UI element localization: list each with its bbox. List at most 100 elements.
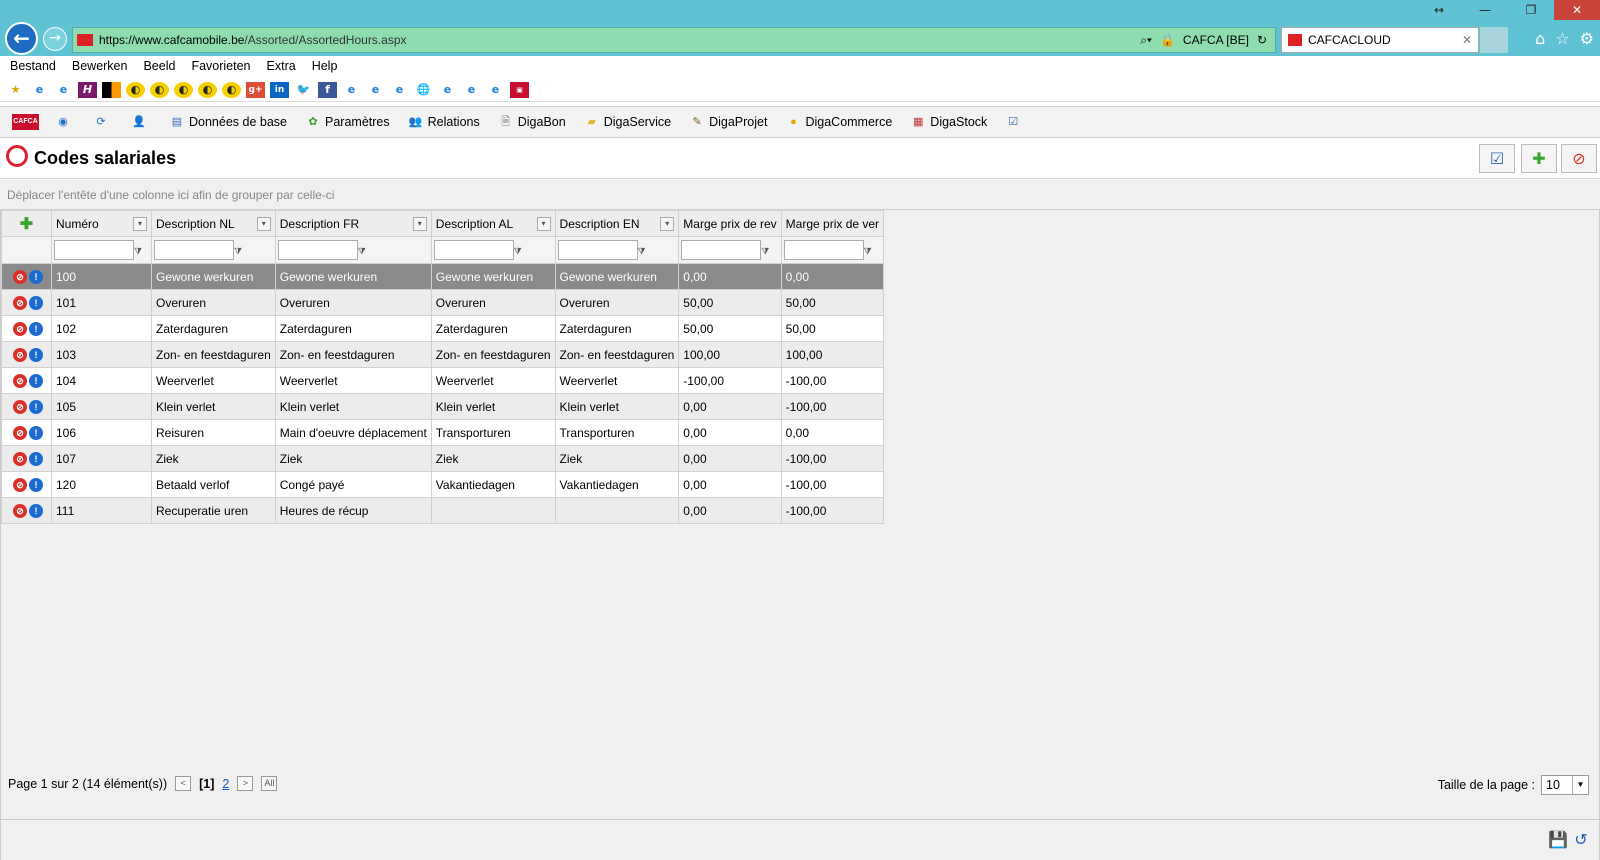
delete-icon[interactable]: ⊘ [13,269,27,284]
prev-page-button[interactable]: < [175,776,192,791]
h-favorite-icon[interactable]: H [78,81,97,98]
table-row[interactable]: ⊘! 111 Recuperatie uren Heures de récup … [1,497,885,524]
filter-icon[interactable]: ⧩ [761,246,771,257]
details-icon[interactable]: ! [29,321,43,336]
gear-icon[interactable]: ⚙ [1580,29,1594,48]
menu-item-help[interactable]: Help [312,56,338,76]
cancel-button[interactable]: ⊘ [1561,144,1597,173]
filter-icon[interactable]: ⧩ [358,246,368,257]
cafca-favorite-icon[interactable]: ▣ [510,81,529,98]
table-row[interactable]: ⊘! 101 Overuren Overuren Overuren Overur… [1,289,885,316]
search-icon[interactable]: ⌕▾ [1140,33,1152,48]
details-icon[interactable]: ! [29,503,43,518]
yellow-favorite-icon[interactable]: ◐ [222,81,241,98]
menu-item-favorieten[interactable]: Favorieten [191,56,250,76]
details-icon[interactable]: ! [29,295,43,310]
details-icon[interactable]: ! [29,477,43,492]
filter-input-desc-nl[interactable] [154,240,234,260]
new-tab-button[interactable] [1480,27,1508,53]
toolbar-item-digaservice[interactable]: ▰ DigaService [584,114,671,130]
delete-icon[interactable]: ⊘ [13,347,27,362]
undo-icon[interactable]: ↺ [1571,830,1591,850]
site-identity[interactable]: CAFCA [BE] [1183,33,1249,47]
delete-icon[interactable]: ⊘ [13,425,27,440]
yellow-favorite-icon[interactable]: ◐ [174,81,193,98]
minimize-icon[interactable]: — [1462,0,1508,20]
table-row[interactable]: ⊘! 105 Klein verlet Klein verlet Klein v… [1,393,885,420]
ie-favorite-icon[interactable]: e [462,82,481,98]
menu-item-bewerken[interactable]: Bewerken [72,56,128,76]
filter-input-desc-fr[interactable] [277,240,358,260]
ie-favorite-icon[interactable]: e [390,82,409,98]
yellow-favorite-icon[interactable]: ◐ [198,81,217,98]
toolbar-item-relations[interactable]: 👥 Relations [408,114,480,130]
column-menu-icon[interactable]: ▾ [256,217,271,231]
linkedin-icon[interactable]: in [270,81,289,98]
delete-icon[interactable]: ⊘ [13,399,27,414]
details-icon[interactable]: ! [29,373,43,388]
maximize-icon[interactable]: ❐ [1508,0,1554,20]
column-header-marge-ver[interactable]: Marge prix de ver [780,210,885,237]
add-icon[interactable]: ✚ [20,216,33,233]
google-plus-icon[interactable]: g+ [246,81,265,98]
table-row[interactable]: ⊘! 103 Zon- en feestdaguren Zon- en fees… [1,341,885,368]
globe-icon[interactable]: ◉ [55,114,71,130]
delete-icon[interactable]: ⊘ [13,373,27,388]
yellow-favorite-icon[interactable]: ◐ [150,81,169,98]
filter-input-desc-en[interactable] [557,240,638,260]
globe-icon[interactable]: 🌐 [414,82,433,98]
checklist-button[interactable]: ☑ [1479,144,1515,173]
twitter-icon[interactable]: 🐦 [294,82,313,98]
table-row[interactable]: ⊘! 104 Weerverlet Weerverlet Weerverlet … [1,367,885,394]
menu-item-extra[interactable]: Extra [267,56,296,76]
back-button[interactable]: ← [5,22,38,55]
ie-favorite-icon[interactable]: e [486,82,505,98]
show-all-button[interactable]: All [261,776,278,791]
add-favorite-icon[interactable]: ★ [6,82,25,98]
delete-icon[interactable]: ⊘ [13,295,27,310]
toolbar-item-parametres[interactable]: ✿ Paramètres [305,114,389,130]
filter-input-desc-al[interactable] [433,240,514,260]
star-icon[interactable]: ☆ [1555,29,1569,48]
lock-icon[interactable]: 🔒 [1160,33,1175,47]
filter-icon[interactable]: ⧩ [234,246,244,257]
page-size-select[interactable]: 10 ▼ [1541,775,1589,795]
details-icon[interactable]: ! [29,269,43,284]
save-icon[interactable]: 💾 [1548,830,1568,850]
table-row[interactable]: ⊘! 106 Reisuren Main d'oeuvre déplacemen… [1,419,885,446]
delete-icon[interactable]: ⊘ [13,451,27,466]
filter-icon[interactable]: ⧩ [514,246,524,257]
ie-favorite-icon[interactable]: e [30,82,49,98]
ie-favorite-icon[interactable]: e [438,82,457,98]
ie-favorite-icon[interactable]: e [342,82,361,98]
toolbar-item-digabon[interactable]: 🗎 DigaBon [498,114,565,130]
browser-tab[interactable]: CAFCACLOUD ✕ [1281,27,1479,53]
column-menu-icon[interactable]: ▾ [133,217,147,231]
column-header-desc-nl[interactable]: Description NL ▾ [151,210,276,237]
toolbar-item-digaprojet[interactable]: ✎ DigaProjet [689,114,767,130]
table-row[interactable]: ⊘! 120 Betaald verlof Congé payé Vakanti… [1,471,885,498]
toolbar-item-donnees[interactable]: ▤ Données de base [169,114,287,130]
ie-favorite-icon[interactable]: e [54,82,73,98]
table-row[interactable]: ⊘! 100 Gewone werkuren Gewone werkuren G… [1,263,885,290]
forward-button[interactable]: → [43,27,67,51]
user-icon[interactable]: 👤 [131,114,147,130]
ie-favorite-icon[interactable]: e [366,82,385,98]
yellow-favorite-icon[interactable]: ◐ [126,81,145,98]
table-row[interactable]: ⊘! 102 Zaterdaguren Zaterdaguren Zaterda… [1,315,885,342]
home-icon[interactable]: ⌂ [1535,29,1545,48]
address-url[interactable]: https://www.cafcamobile.be/Assorted/Asso… [99,33,407,47]
details-icon[interactable]: ! [29,451,43,466]
column-header-desc-al[interactable]: Description AL ▾ [430,210,556,237]
cafca-logo[interactable]: CAFCA [12,114,39,130]
checklist-icon[interactable]: ☑ [1005,114,1021,130]
menu-item-bestand[interactable]: Bestand [10,56,56,76]
column-menu-icon[interactable]: ▾ [412,217,427,231]
delete-icon[interactable]: ⊘ [13,321,27,336]
filter-input-marge-ver[interactable] [783,240,864,260]
filter-icon[interactable]: ⧩ [638,246,648,257]
filter-input-numero[interactable] [54,240,134,260]
restore-icon[interactable]: ↔ [1416,0,1462,20]
column-header-numero[interactable]: Numéro ▾ [51,210,152,237]
menu-item-beeld[interactable]: Beeld [143,56,175,76]
